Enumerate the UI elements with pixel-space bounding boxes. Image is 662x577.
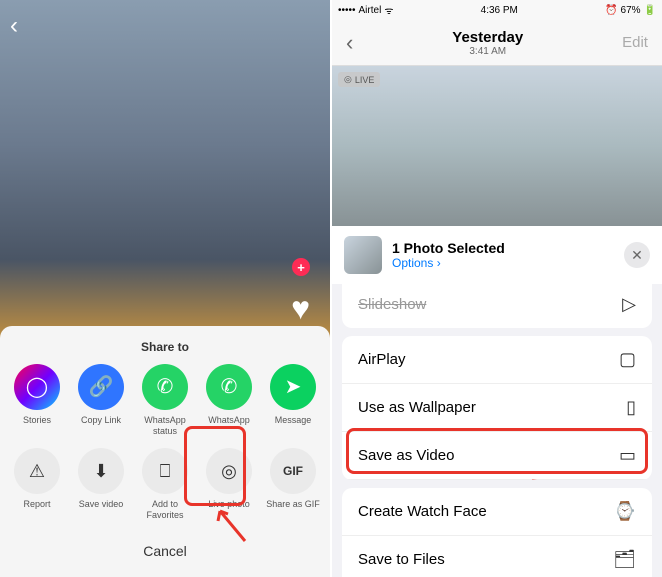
stories-icon: ◯ [14,364,60,410]
action-save-video[interactable]: Save as Video ▭ [342,432,652,480]
action-watch-face[interactable]: Create Watch Face ⌚ [342,488,652,536]
photo-thumbnail [344,236,382,274]
whatsapp-icon: ✆ [206,364,252,410]
action-airplay[interactable]: AirPlay ▢ [342,336,652,384]
wifi-icon: ᯤ [384,3,393,17]
action-save-video[interactable]: ⬇ Save video [72,448,130,521]
action-live-photo[interactable]: ◎ Live photo [200,448,258,521]
photo-preview[interactable]: ◎ LIVE [332,66,662,226]
video-icon: ▭ [619,445,636,466]
share-title: Share to [0,336,330,364]
share-whatsapp[interactable]: ✆ WhatsApp [200,364,258,437]
nav-title: Yesterday [452,29,523,46]
share-targets-row: ◯ Stories 🔗 Copy Link ✆ WhatsApp status … [0,364,330,437]
clock: 4:36 PM [481,5,518,16]
action-group-1: AirPlay ▢ Use as Wallpaper ▯ Save as Vid… [342,336,652,480]
cancel-button[interactable]: Cancel [0,529,330,577]
action-report[interactable]: ⚠ Report [8,448,66,521]
back-chevron-icon[interactable]: ‹ [346,30,353,56]
selection-title: 1 Photo Selected [392,240,505,256]
carrier-label: Airtel [359,5,382,16]
share-more[interactable]: ▽ Fa [328,364,330,437]
folder-icon: 🗂 [613,549,636,570]
close-icon: ✕ [631,247,643,264]
actions-panel: Slideshow ▷ AirPlay ▢ Use as Wallpaper ▯… [332,284,662,577]
share-header: 1 Photo Selected Options › ✕ [332,226,662,284]
warning-icon: ⚠ [14,448,60,494]
share-message[interactable]: ➤ Message [264,364,322,437]
status-bar: ••••• Airtel ᯤ 4:36 PM ⏰ 67% 🔋 [332,0,662,20]
signal-icon: ••••• [338,5,356,16]
share-copy-link[interactable]: 🔗 Copy Link [72,364,130,437]
play-icon: ▷ [622,294,636,315]
edit-button[interactable]: Edit [622,34,648,51]
nav-bar: ‹ Yesterday 3:41 AM Edit [332,20,662,66]
action-share-gif[interactable]: GIF Share as GIF [264,448,322,521]
airplay-icon: ▢ [619,349,636,370]
phone-icon: ▯ [626,397,636,418]
share-sheet: Share to ◯ Stories 🔗 Copy Link ✆ WhatsAp… [0,326,330,577]
share-whatsapp-status[interactable]: ✆ WhatsApp status [136,364,194,437]
ios-photos-screen: ••••• Airtel ᯤ 4:36 PM ⏰ 67% 🔋 ‹ Yesterd… [332,0,662,577]
follow-plus-icon[interactable]: + [292,258,310,276]
live-photo-icon: ◎ [206,448,252,494]
alarm-icon: ⏰ [605,5,617,16]
action-group-2: Create Watch Face ⌚ Save to Files 🗂 Assi… [342,488,652,577]
battery-label: 67% [621,5,641,16]
share-stories[interactable]: ◯ Stories [8,364,66,437]
live-badge: ◎ LIVE [338,72,380,87]
live-icon: ◎ [344,74,352,85]
nav-subtitle: 3:41 AM [452,46,523,57]
action-save-files[interactable]: Save to Files 🗂 [342,536,652,577]
close-button[interactable]: ✕ [624,242,650,268]
bookmark-icon: ⎕ [142,448,188,494]
message-icon: ➤ [270,364,316,410]
action-slideshow[interactable]: Slideshow ▷ [342,284,652,328]
action-add-favorites[interactable]: ⎕ Add to Favorites [136,448,194,521]
watch-icon: ⌚ [614,501,636,522]
download-icon: ⬇ [78,448,124,494]
options-link[interactable]: Options › [392,256,505,270]
back-chevron-icon[interactable]: ‹ [10,12,18,40]
battery-icon: 🔋 [644,5,656,16]
tiktok-screen: ‹ + ♥ 113.8K Share to ◯ Stories 🔗 Copy L… [0,0,330,577]
link-icon: 🔗 [78,364,124,410]
action-row: ⚠ Report ⬇ Save video ⎕ Add to Favorites… [0,436,330,529]
heart-icon: ♥ [283,290,318,327]
whatsapp-icon: ✆ [142,364,188,410]
action-use-wallpaper[interactable]: Use as Wallpaper ▯ [342,384,652,432]
gif-icon: GIF [270,448,316,494]
